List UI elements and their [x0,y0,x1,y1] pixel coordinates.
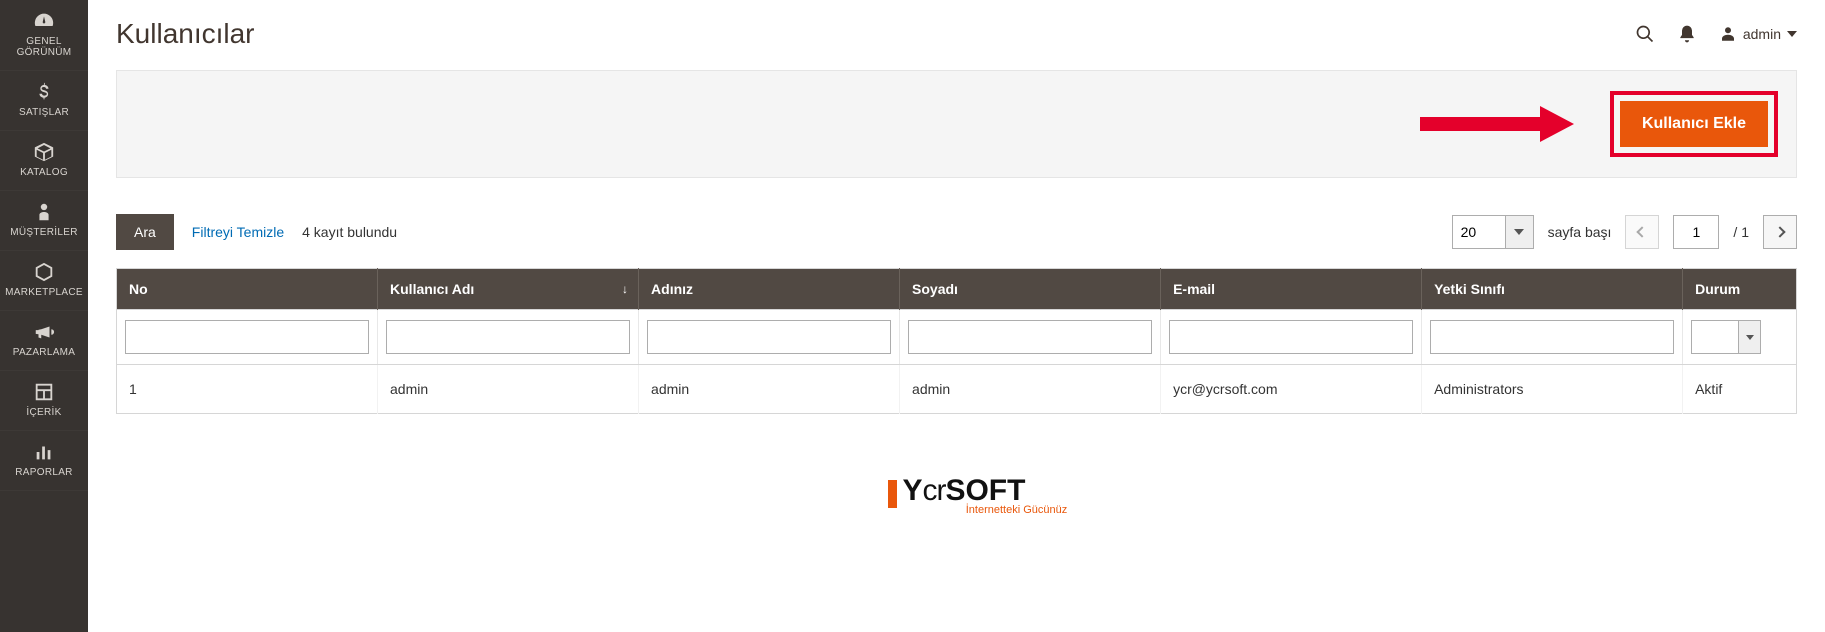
footer-logo: YcrSOFT İnternetteki Gücünüz [116,474,1797,516]
cell-role: Administrators [1422,365,1683,414]
sidebar-item-label: SATIŞLAR [4,107,84,118]
search-icon[interactable] [1635,24,1655,44]
table-header-row: No Kullanıcı Adı↓ Adınız Soyadı E-mail Y… [117,269,1797,310]
cell-status: Aktif [1683,365,1797,414]
col-header-firstname[interactable]: Adınız [639,269,900,310]
user-avatar-icon [1719,25,1737,43]
search-button[interactable]: Ara [116,214,174,250]
bars-icon [33,441,55,463]
per-page-label: sayfa başı [1548,224,1612,240]
sidebar-item-content[interactable]: İÇERİK [0,371,88,431]
brand-text: YcrSOFT [902,474,1025,508]
sidebar-item-label: İÇERİK [4,407,84,418]
filter-role-input[interactable] [1430,320,1674,354]
page-number-input[interactable] [1673,215,1719,249]
sidebar-item-label: RAPORLAR [4,467,84,478]
gauge-icon [33,10,55,32]
topbar: Kullanıcılar admin [116,18,1797,50]
admin-sidebar: GENEL GÖRÜNÜM SATIŞLAR KATALOG MÜŞTERİLE… [0,0,88,632]
sidebar-item-label: KATALOG [4,167,84,178]
hexagon-icon [33,261,55,283]
chevron-right-icon [1774,226,1785,237]
filter-no-input[interactable] [125,320,369,354]
page-title: Kullanıcılar [116,18,255,50]
cell-no: 1 [117,365,378,414]
filter-status-select[interactable] [1691,320,1761,354]
records-found-text: 4 kayıt bulundu [302,224,397,240]
add-user-button[interactable]: Kullanıcı Ekle [1620,101,1768,147]
col-header-username[interactable]: Kullanıcı Adı↓ [378,269,639,310]
bell-icon[interactable] [1677,24,1697,44]
sidebar-item-sales[interactable]: SATIŞLAR [0,71,88,131]
caret-down-icon [1787,31,1797,37]
page-size-control[interactable] [1452,215,1534,249]
col-header-status[interactable]: Durum [1683,269,1797,310]
logo-bar-icon [888,480,897,508]
username-label: admin [1743,26,1781,42]
dollar-icon [33,81,55,103]
box-icon [33,141,55,163]
sidebar-item-label: MARKETPLACE [4,287,84,298]
topbar-actions: admin [1635,24,1797,44]
col-header-lastname[interactable]: Soyadı [900,269,1161,310]
sidebar-item-customers[interactable]: MÜŞTERİLER [0,191,88,251]
page-size-dropdown[interactable] [1505,216,1533,248]
filter-firstname-input[interactable] [647,320,891,354]
page-size-input[interactable] [1453,216,1505,248]
filter-username-input[interactable] [386,320,630,354]
sidebar-item-catalog[interactable]: KATALOG [0,131,88,191]
megaphone-icon [33,321,55,343]
user-menu[interactable]: admin [1719,25,1797,43]
reset-filter-link[interactable]: Filtreyi Temizle [192,224,284,240]
chevron-left-icon [1637,226,1648,237]
main-content: Kullanıcılar admin Kullanıcı Ekle Ara Fi… [88,0,1825,632]
table-filter-row [117,310,1797,365]
cell-email: ycr@ycrsoft.com [1161,365,1422,414]
sort-asc-icon: ↓ [622,282,628,296]
cell-lastname: admin [900,365,1161,414]
annotation-arrow [1420,109,1590,139]
page-actions: Kullanıcı Ekle [116,70,1797,178]
person-icon [33,201,55,223]
cell-username: admin [378,365,639,414]
sidebar-item-label: PAZARLAMA [4,347,84,358]
brand-tagline: İnternetteki Gücünüz [236,504,1797,516]
filter-lastname-input[interactable] [908,320,1152,354]
table-row[interactable]: 1 admin admin admin ycr@ycrsoft.com Admi… [117,365,1797,414]
chevron-down-icon [1746,335,1754,340]
pager-total: / 1 [1733,224,1749,240]
cell-firstname: admin [639,365,900,414]
users-table: No Kullanıcı Adı↓ Adınız Soyadı E-mail Y… [116,268,1797,414]
col-header-email[interactable]: E-mail [1161,269,1422,310]
sidebar-item-marketplace[interactable]: MARKETPLACE [0,251,88,311]
col-header-role[interactable]: Yetki Sınıfı [1422,269,1683,310]
add-user-highlight: Kullanıcı Ekle [1610,91,1778,157]
col-header-no[interactable]: No [117,269,378,310]
sidebar-item-label: MÜŞTERİLER [4,227,84,238]
pager-prev-button[interactable] [1625,215,1659,249]
chevron-down-icon [1514,229,1524,235]
pager-next-button[interactable] [1763,215,1797,249]
sidebar-item-dashboard[interactable]: GENEL GÖRÜNÜM [0,0,88,71]
sidebar-item-marketing[interactable]: PAZARLAMA [0,311,88,371]
layout-icon [33,381,55,403]
sidebar-item-reports[interactable]: RAPORLAR [0,431,88,491]
filter-email-input[interactable] [1169,320,1413,354]
sidebar-item-label: GENEL GÖRÜNÜM [4,36,84,58]
grid-toolbar: Ara Filtreyi Temizle 4 kayıt bulundu say… [116,214,1797,250]
